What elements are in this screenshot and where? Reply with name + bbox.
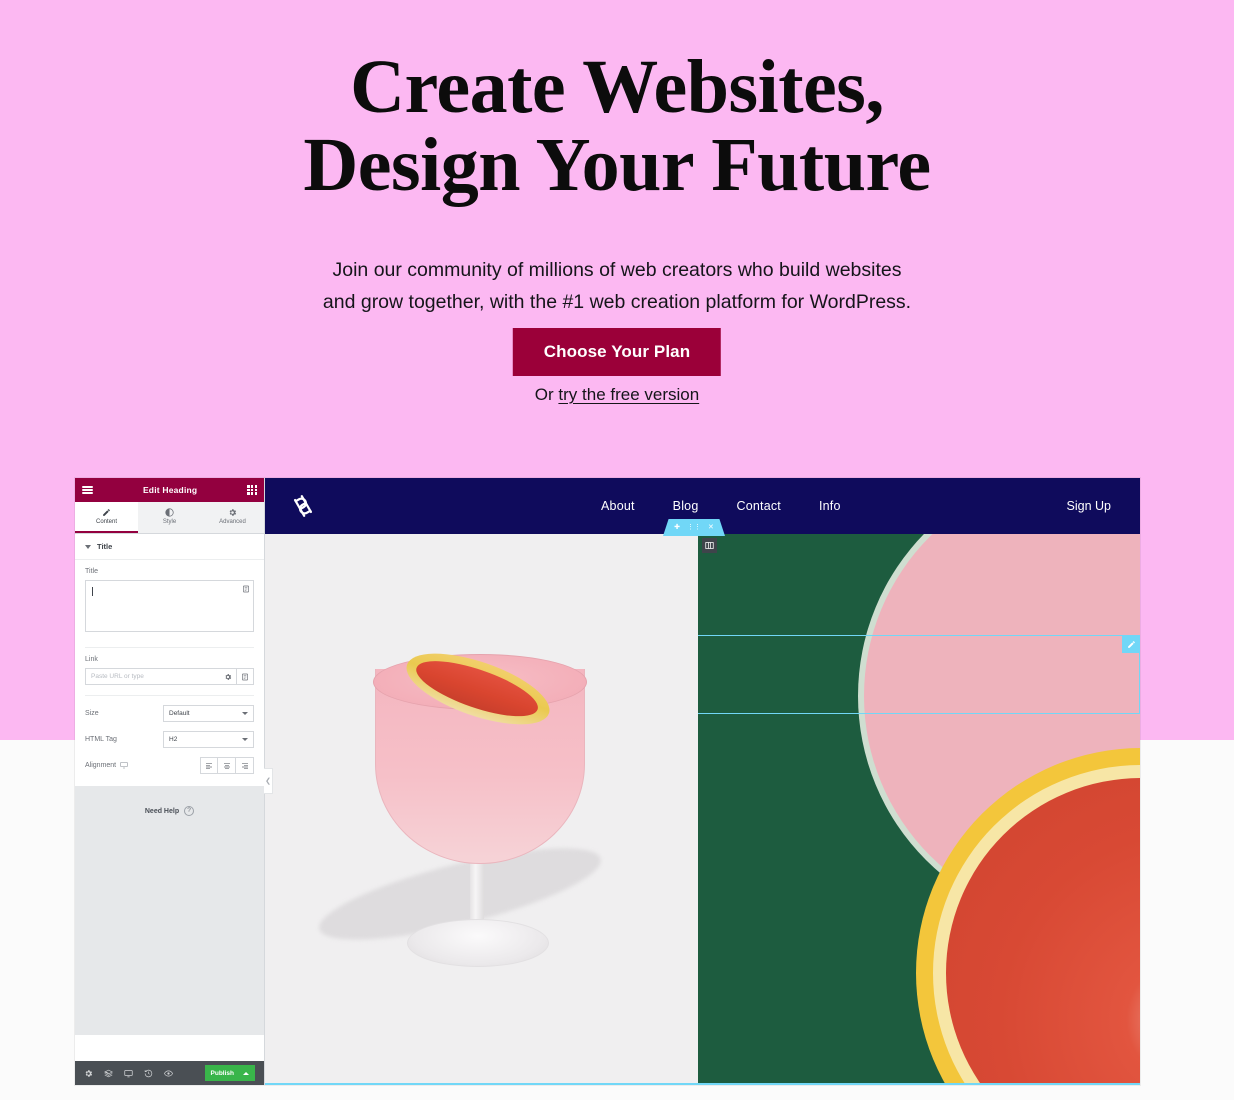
title-input[interactable] <box>85 580 254 632</box>
need-help-zone: Need Help ? <box>75 786 264 1035</box>
need-help-button[interactable]: Need Help ? <box>144 806 195 816</box>
link-input-row <box>85 668 254 685</box>
preview-eye-icon[interactable] <box>164 1069 173 1078</box>
drag-dots-icon[interactable]: ⋮⋮ <box>687 524 701 531</box>
settings-gear-icon[interactable] <box>84 1069 93 1078</box>
panel-collapse-toggle[interactable]: ❮ <box>264 768 273 794</box>
tab-content[interactable]: Content <box>75 502 138 533</box>
coupe-glass-foot <box>407 919 549 967</box>
html-tag-select[interactable]: H2 <box>163 731 254 748</box>
size-label: Size <box>85 710 99 717</box>
close-x-icon[interactable]: ✕ <box>708 524 714 531</box>
link-dynamic-tags-icon[interactable] <box>237 668 254 685</box>
nav-signup-link[interactable]: Sign Up <box>1067 499 1111 513</box>
title-field-label: Title <box>85 568 98 575</box>
alignment-control-row: Alignment <box>75 748 264 774</box>
alignment-label: Alignment <box>85 762 117 769</box>
panel-header: Edit Heading <box>75 478 264 502</box>
align-left-icon[interactable] <box>200 757 218 774</box>
canvas-column-right[interactable] <box>698 534 1140 1085</box>
nav-link-blog[interactable]: Blog <box>673 499 699 513</box>
tab-style[interactable]: Style <box>138 502 201 533</box>
panel-title: Edit Heading <box>142 485 198 495</box>
widget-edit-pencil-icon[interactable] <box>1122 635 1140 653</box>
text-cursor <box>92 587 93 596</box>
plus-icon[interactable]: ✚ <box>674 524 680 531</box>
hamburger-menu-icon[interactable] <box>82 484 93 496</box>
chevron-left-icon: ❮ <box>265 778 271 785</box>
panel-body: Title Title Link Paste URL or type Size … <box>75 534 264 1061</box>
pencil-icon <box>102 508 111 517</box>
editor-panel: Edit Heading Content Style Advanced Titl… <box>75 478 273 1085</box>
tab-style-label: Style <box>162 519 177 525</box>
align-right-icon[interactable] <box>236 757 254 774</box>
free-version-prefix: Or <box>534 385 559 404</box>
panel-tabs: Content Style Advanced <box>75 502 264 534</box>
size-control-row: Size Default <box>75 696 264 722</box>
chevron-down-icon <box>242 738 248 741</box>
free-version-line: Or try the free version <box>0 385 1234 405</box>
canvas-body <box>265 534 1140 1085</box>
responsive-mode-icon[interactable] <box>124 1069 133 1078</box>
tab-advanced[interactable]: Advanced <box>201 502 264 533</box>
title-field-group: Title <box>75 560 264 637</box>
section-title-label: Title <box>97 542 113 551</box>
choose-your-plan-button[interactable]: Choose Your Plan <box>512 328 722 376</box>
page-title: Create Websites, Design Your Future <box>303 45 931 207</box>
nav-link-contact[interactable]: Contact <box>737 499 781 513</box>
caret-down-icon <box>85 544 91 549</box>
need-help-label: Need Help <box>144 807 180 815</box>
question-circle-icon: ? <box>184 806 195 816</box>
tab-advanced-label: Advanced <box>219 519 246 525</box>
dp-logo-icon[interactable] <box>290 493 316 519</box>
chevron-down-icon <box>242 712 248 715</box>
nav-links: About Blog Contact Info <box>601 499 841 513</box>
history-clock-icon[interactable] <box>144 1069 153 1078</box>
dynamic-tags-icon[interactable] <box>238 581 253 596</box>
html-tag-control-row: HTML Tag H2 <box>75 722 264 748</box>
caret-up-icon <box>243 1071 249 1075</box>
section-handle-toolbar[interactable]: ✚ ⋮⋮ ✕ <box>663 519 725 536</box>
elementor-editor: Edit Heading Content Style Advanced Titl… <box>75 478 1140 1085</box>
html-tag-label: HTML Tag <box>85 736 117 743</box>
section-title-header[interactable]: Title <box>75 534 264 560</box>
publish-button[interactable]: Publish <box>204 1065 255 1081</box>
title-input-wrap <box>85 580 254 637</box>
canvas-bottom-indicator <box>265 1083 1140 1085</box>
alignment-options <box>200 757 254 774</box>
try-free-version-link[interactable]: try the free version <box>558 385 699 404</box>
editor-canvas: About Blog Contact Info Sign Up ✚ ⋮⋮ ✕ <box>265 478 1140 1085</box>
gear-icon <box>228 508 237 517</box>
nav-link-info[interactable]: Info <box>819 499 841 513</box>
navigator-layers-icon[interactable] <box>104 1069 113 1078</box>
hero-subtitle: Join our community of millions of web cr… <box>322 258 912 313</box>
grapefruit-veins <box>946 778 1140 1085</box>
widgets-grid-icon[interactable] <box>247 485 257 495</box>
link-field-label: Link <box>85 656 98 663</box>
nav-link-about[interactable]: About <box>601 499 635 513</box>
column-layout-icon[interactable] <box>702 538 717 553</box>
publish-label: Publish <box>210 1069 234 1077</box>
link-options-gear-icon[interactable] <box>220 668 237 685</box>
link-field-group: Link <box>75 648 264 685</box>
contrast-circle-icon <box>165 508 174 517</box>
size-select-value: Default <box>169 710 190 717</box>
align-center-icon[interactable] <box>218 757 236 774</box>
desktop-icon[interactable] <box>120 761 128 771</box>
size-select[interactable]: Default <box>163 705 254 722</box>
panel-footer: Publish <box>75 1061 264 1085</box>
canvas-column-left[interactable] <box>265 534 698 1085</box>
link-input[interactable] <box>85 668 220 685</box>
tab-content-label: Content <box>95 519 117 525</box>
html-tag-select-value: H2 <box>169 736 178 743</box>
alignment-label-wrap: Alignment <box>85 761 163 771</box>
